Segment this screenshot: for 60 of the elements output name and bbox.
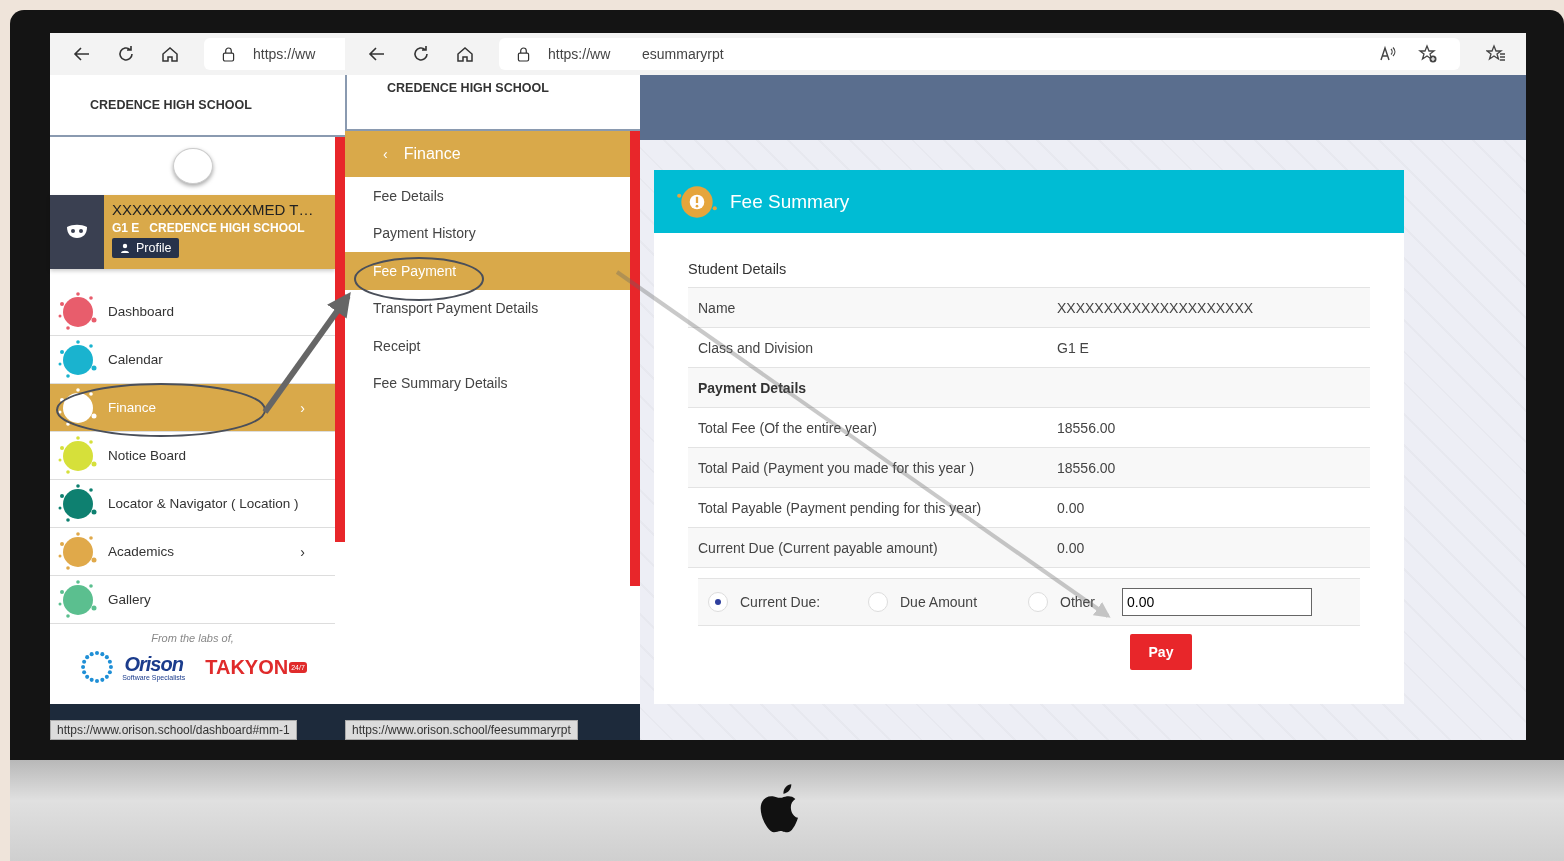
table-cell-text: Class and Division — [698, 339, 815, 356]
url-text: esummaryrpt — [642, 46, 724, 62]
table-cell: G1 E — [1057, 339, 1089, 356]
table-cell-text: Current Due (Current payable amount) — [698, 539, 939, 556]
mask-icon — [65, 224, 89, 240]
address-bar[interactable]: https://ww — [499, 38, 640, 70]
table-heading: Payment Details — [698, 379, 807, 396]
profile-button[interactable]: Profile — [112, 238, 180, 258]
radio-button[interactable] — [708, 592, 728, 612]
lock-icon — [517, 46, 530, 62]
chevron-icon: › — [300, 399, 305, 416]
option-label: Current Due: — [740, 594, 821, 610]
table-cell: XXXXXXXXXXXXXXXXXXXXX — [1057, 299, 1254, 316]
table-cell: 18556.00 — [1057, 419, 1116, 436]
lock-icon — [222, 46, 235, 62]
radio-button[interactable] — [1028, 592, 1048, 612]
favorites-icon[interactable] — [1486, 44, 1506, 64]
submenu-item[interactable]: Receipt — [345, 327, 630, 365]
table-cell: 0.00 — [1057, 499, 1085, 516]
table-cell: 18556.00 — [1057, 459, 1116, 476]
person-icon — [120, 243, 130, 253]
submenu-item[interactable]: Payment History — [345, 214, 630, 252]
table-cell-text: Total Paid (Payment you made for this year ) — [698, 459, 976, 476]
radio-button[interactable] — [868, 592, 888, 612]
option-label: Due Amount — [900, 594, 978, 610]
url-text: https://ww — [548, 46, 611, 62]
section-title: Student Details — [688, 261, 788, 277]
school-name: CREDENCE HIGH SCHOOL — [90, 98, 252, 112]
credit-caption: From the labs of, — [151, 632, 234, 644]
card-title: Fee Summary — [730, 190, 850, 213]
menu-item[interactable]: Gallery — [50, 576, 335, 624]
status-url: https://www.orison.school/feesummaryrpt — [345, 720, 578, 740]
refresh-icon[interactable] — [116, 44, 136, 64]
table-cell-text: Total Fee (Of the entire year) — [698, 419, 878, 436]
submenu-item[interactable]: Fee Summary Details — [345, 364, 630, 402]
option-label: Other — [1060, 594, 1095, 610]
menu-item[interactable]: Dashboard — [50, 288, 335, 336]
menu-item[interactable]: Notice Board — [50, 432, 335, 480]
address-bar[interactable]: esummaryrpt — [640, 38, 1460, 70]
url-text: https://ww — [253, 46, 316, 62]
table-cell-text: Name — [698, 299, 737, 316]
address-bar[interactable]: https://ww — [204, 38, 345, 70]
home-icon[interactable] — [160, 44, 180, 64]
submenu-item[interactable]: Fee Details — [345, 177, 630, 215]
add-favorite-icon[interactable] — [1418, 44, 1438, 64]
chevron-icon: › — [300, 543, 305, 560]
table-cell-text: Total Payable (Payment pending for this year) — [698, 499, 983, 516]
home-icon[interactable] — [455, 44, 475, 64]
menu-item[interactable]: Academics › — [50, 528, 335, 576]
menu-item[interactable]: Locator & Navigator ( Location ) — [50, 480, 335, 528]
refresh-icon[interactable] — [411, 44, 431, 64]
table-cell: 0.00 — [1057, 539, 1085, 556]
amount-field[interactable]: 0.00 — [1122, 588, 1312, 616]
submenu-item[interactable]: Transport Payment Details — [345, 289, 630, 327]
submenu-title: Finance — [403, 145, 461, 163]
pay-button[interactable]: Pay — [1130, 634, 1192, 670]
status-url: https://www.orison.school/dashboard#mm-1 — [50, 720, 297, 740]
class-and-school: G1 E CREDENCE HIGH SCHOOL — [112, 221, 305, 235]
student-name: XXXXXXXXXXXXXXMED T… — [112, 201, 314, 218]
school-name: CREDENCE HIGH SCHOOL — [387, 81, 549, 95]
